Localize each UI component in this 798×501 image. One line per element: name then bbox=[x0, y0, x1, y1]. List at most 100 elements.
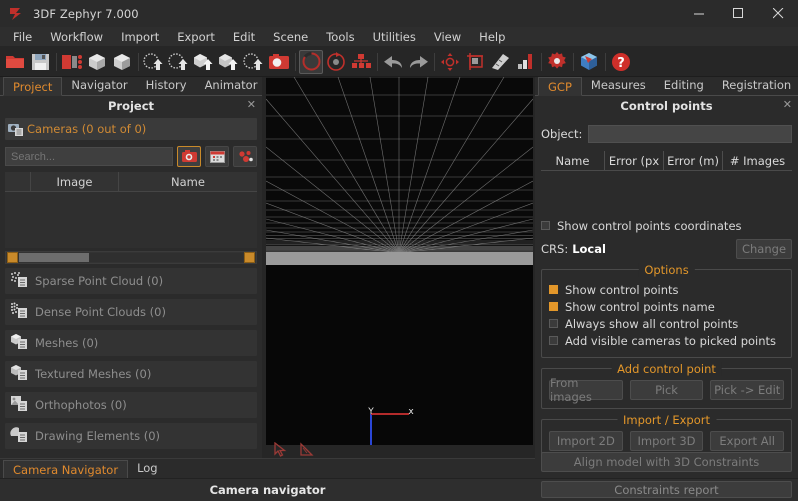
toolbar-separator bbox=[135, 51, 142, 73]
list-item-orthophotos[interactable]: Orthophotos (0) bbox=[5, 392, 257, 418]
menu-item-file[interactable]: File bbox=[4, 27, 41, 47]
column-header-image[interactable]: Image bbox=[31, 171, 119, 192]
tab-history[interactable]: History bbox=[137, 76, 196, 95]
list-item-sparse-point-cloud[interactable]: Sparse Point Cloud (0) bbox=[5, 268, 257, 294]
scrollbar-thumb[interactable] bbox=[19, 253, 89, 262]
option-always-show-all[interactable]: Always show all control points bbox=[549, 315, 784, 332]
tab-camera-navigator[interactable]: Camera Navigator bbox=[3, 460, 129, 479]
list-item-meshes[interactable]: Meshes (0) bbox=[5, 330, 257, 356]
tab-measures[interactable]: Measures bbox=[582, 76, 655, 95]
close-icon[interactable]: ✕ bbox=[247, 99, 256, 110]
tab-project[interactable]: Project bbox=[3, 77, 63, 96]
tab-gcp[interactable]: GCP bbox=[538, 77, 582, 96]
minimize-icon[interactable] bbox=[680, 0, 719, 27]
extract-point-cloud-icon[interactable] bbox=[142, 50, 166, 74]
show-control-points-name-checkbox[interactable] bbox=[549, 302, 558, 311]
select-tool-icon[interactable] bbox=[270, 440, 290, 458]
tab-animator[interactable]: Animator bbox=[196, 76, 267, 95]
option-show-control-points[interactable]: Show control points bbox=[549, 281, 784, 298]
from-images-button[interactable]: From images bbox=[549, 376, 623, 404]
option-add-visible-cameras[interactable]: Add visible cameras to picked points bbox=[549, 332, 784, 349]
list-item-drawing-elements[interactable]: Drawing Elements (0) bbox=[5, 423, 257, 449]
close-icon[interactable] bbox=[758, 0, 798, 27]
menu-item-import[interactable]: Import bbox=[112, 27, 168, 47]
structure-nodes-icon[interactable] bbox=[349, 50, 373, 74]
menu-item-workflow[interactable]: Workflow bbox=[41, 27, 112, 47]
menu-item-edit[interactable]: Edit bbox=[224, 27, 264, 47]
scroll-left-icon[interactable] bbox=[7, 252, 18, 263]
import-2d-button[interactable]: Import 2D bbox=[549, 431, 623, 451]
camera-icon[interactable] bbox=[267, 50, 291, 74]
3d-viewport[interactable]: Y x bbox=[266, 77, 533, 445]
show-control-points-checkbox[interactable] bbox=[549, 285, 558, 294]
add-visible-cameras-checkbox[interactable] bbox=[549, 336, 558, 345]
measure-icon[interactable] bbox=[488, 50, 512, 74]
image-table-hscrollbar[interactable] bbox=[5, 251, 257, 264]
tab-registration[interactable]: Registration bbox=[713, 76, 798, 95]
generate-orthophoto-icon[interactable] bbox=[242, 50, 266, 74]
align-model-button[interactable]: Align model with 3D Constraints bbox=[541, 452, 792, 472]
cube-colored-icon[interactable] bbox=[577, 50, 601, 74]
cameras-group-row[interactable]: Cameras (0 out of 0) bbox=[5, 118, 257, 140]
orthophoto-icon bbox=[10, 395, 29, 415]
constraints-report-button[interactable]: Constraints report bbox=[541, 481, 792, 498]
pick-edit-button[interactable]: Pick -> Edit bbox=[710, 380, 785, 400]
scroll-right-icon[interactable] bbox=[244, 252, 255, 263]
column-header-name[interactable]: Name bbox=[541, 151, 605, 170]
object-input[interactable] bbox=[588, 124, 792, 143]
import-photos-icon[interactable] bbox=[60, 50, 84, 74]
tab-editing[interactable]: Editing bbox=[655, 76, 713, 95]
change-crs-button[interactable]: Change bbox=[736, 239, 792, 259]
maximize-icon[interactable] bbox=[719, 0, 758, 27]
menu-item-view[interactable]: View bbox=[425, 27, 470, 47]
generate-dense-cloud-icon[interactable] bbox=[167, 50, 191, 74]
dense-reconstruction-icon[interactable] bbox=[110, 50, 134, 74]
menu-item-scene[interactable]: Scene bbox=[264, 27, 317, 47]
export-all-button[interactable]: Export All bbox=[710, 431, 785, 451]
help-icon[interactable]: ? bbox=[609, 50, 633, 74]
sparse-reconstruction-icon[interactable] bbox=[85, 50, 109, 74]
column-header-error-m[interactable]: Error (m) bbox=[664, 151, 723, 170]
undo-icon[interactable] bbox=[381, 50, 405, 74]
menu-item-tools[interactable]: Tools bbox=[317, 27, 363, 47]
chart-icon[interactable] bbox=[513, 50, 537, 74]
option-label: Show control points name bbox=[565, 299, 715, 314]
crop-icon[interactable] bbox=[463, 50, 487, 74]
measure-tool-icon[interactable] bbox=[296, 440, 316, 458]
scrollbar-track[interactable] bbox=[19, 253, 243, 262]
save-project-icon[interactable] bbox=[28, 50, 52, 74]
rotate-view-icon[interactable] bbox=[324, 50, 348, 74]
open-project-icon[interactable] bbox=[3, 50, 27, 74]
points-filter-button[interactable] bbox=[233, 146, 257, 167]
option-show-control-points-name[interactable]: Show control points name bbox=[549, 298, 784, 315]
tab-navigator[interactable]: Navigator bbox=[62, 76, 136, 95]
render-circle-icon[interactable] bbox=[299, 49, 323, 74]
list-item-dense-point-clouds[interactable]: Dense Point Clouds (0) bbox=[5, 299, 257, 325]
column-header-num-images[interactable]: # Images bbox=[723, 151, 792, 170]
show-coords-row[interactable]: Show control points coordinates bbox=[541, 217, 792, 234]
close-icon[interactable]: ✕ bbox=[783, 99, 792, 110]
column-header-name[interactable]: Name bbox=[119, 172, 257, 192]
tab-log[interactable]: Log bbox=[128, 459, 167, 478]
textured-mesh-icon bbox=[10, 364, 29, 384]
menu-item-utilities[interactable]: Utilities bbox=[364, 27, 425, 47]
menu-item-help[interactable]: Help bbox=[470, 27, 514, 47]
calendar-filter-button[interactable] bbox=[205, 146, 229, 167]
show-coords-checkbox[interactable] bbox=[541, 221, 550, 230]
pick-button[interactable]: Pick bbox=[629, 380, 704, 400]
column-header-pin[interactable] bbox=[5, 171, 31, 192]
column-header-error-px[interactable]: Error (px bbox=[605, 151, 664, 170]
zephyr-logo-icon bbox=[7, 6, 25, 22]
orbit-icon[interactable] bbox=[438, 50, 462, 74]
import-3d-button[interactable]: Import 3D bbox=[629, 431, 704, 451]
settings-gear-icon[interactable] bbox=[545, 50, 569, 74]
search-input[interactable] bbox=[5, 147, 173, 166]
generate-mesh-icon[interactable] bbox=[192, 50, 216, 74]
always-show-all-checkbox[interactable] bbox=[549, 319, 558, 328]
menu-item-export[interactable]: Export bbox=[168, 27, 224, 47]
generate-textured-mesh-icon[interactable] bbox=[217, 50, 241, 74]
redo-icon[interactable] bbox=[406, 50, 430, 74]
svg-text:?: ? bbox=[617, 56, 625, 71]
camera-filter-button[interactable] bbox=[177, 146, 201, 167]
list-item-textured-meshes[interactable]: Textured Meshes (0) bbox=[5, 361, 257, 387]
